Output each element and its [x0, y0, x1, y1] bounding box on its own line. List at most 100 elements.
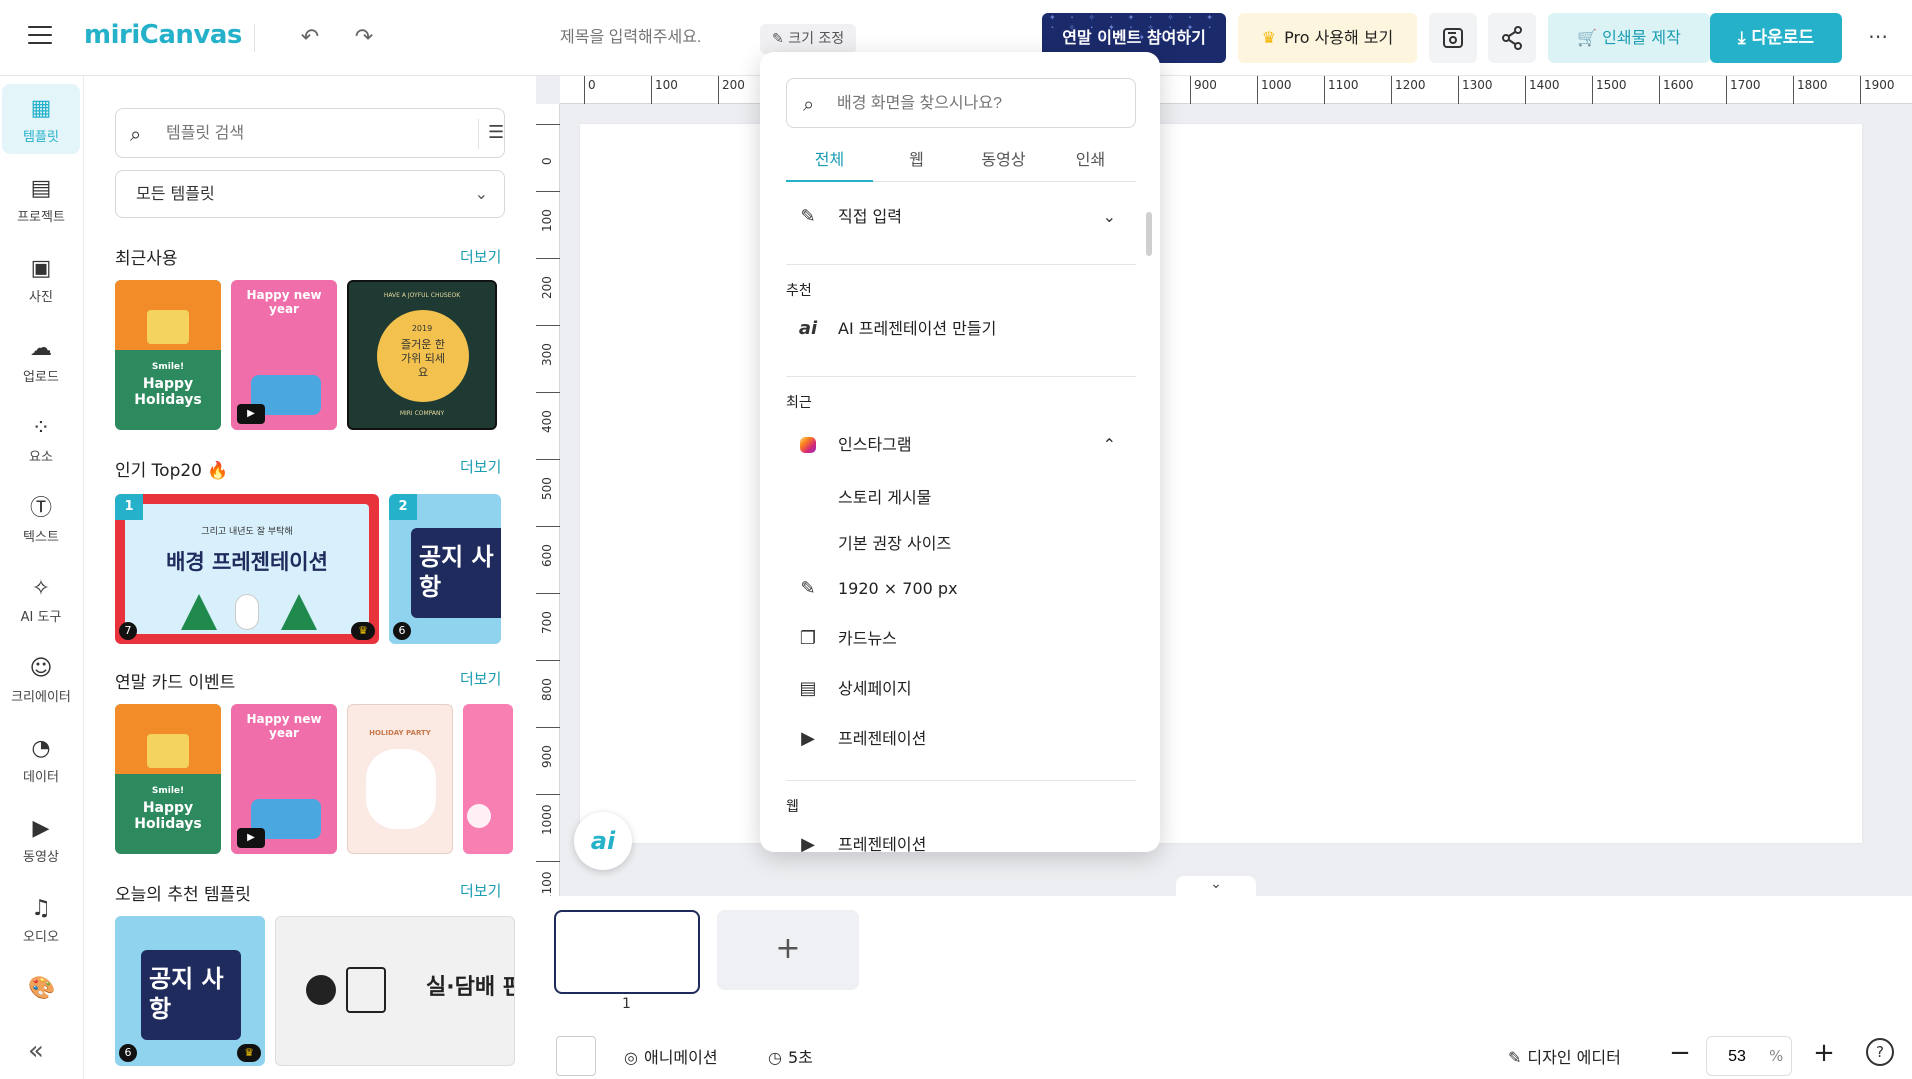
crown-icon: ♛ [351, 622, 375, 640]
page-thumbnail[interactable] [554, 910, 700, 994]
rail-item-upload[interactable]: ☁ 업로드 [2, 324, 80, 394]
ruler-tick: 1900 [1860, 76, 1895, 104]
animation-button[interactable]: ◎ 애니메이션 [624, 1044, 718, 1068]
ruler-tick: 1100 [536, 861, 560, 896]
zoom-out-button[interactable]: − [1666, 1038, 1694, 1068]
filter-icon[interactable]: ☰ [488, 122, 504, 143]
more-icon[interactable]: ⋯ [1862, 26, 1894, 50]
ai-icon: ai [798, 318, 818, 339]
template-category-select[interactable]: 모든 템플릿 ⌄ [115, 170, 505, 218]
template-thumb-holidays[interactable]: Smile! Happy Holidays [115, 280, 221, 430]
save-button[interactable] [1429, 13, 1477, 63]
menu-icon[interactable] [28, 26, 52, 46]
rail-item-ai-tools[interactable]: ✧ AI 도구 [2, 564, 80, 634]
rail-item-creator[interactable]: ☺ 크리에이터 [2, 644, 80, 714]
basic-size-item[interactable]: 기본 권장 사이즈 [838, 530, 951, 554]
canvas-area: 0 100 200 900 1000 1100 1200 1300 1400 1… [536, 76, 1912, 896]
chevron-down-icon[interactable]: ⌄ [1176, 876, 1256, 896]
tab-web[interactable]: 웹 [873, 140, 960, 182]
thumb-phone-graphic [346, 967, 386, 1013]
tab-all[interactable]: 전체 [786, 140, 873, 182]
template-search[interactable]: ⌕ ☰ [115, 108, 505, 158]
text-icon: Ⓣ [29, 496, 52, 521]
rail-item-video[interactable]: ▶ 동영상 [2, 804, 80, 874]
ruler-tick: 500 [536, 459, 560, 500]
rail-item-template[interactable]: ▦ 템플릿 [2, 84, 80, 154]
help-icon[interactable]: ? [1866, 1038, 1894, 1066]
dropdown-scrollbar[interactable] [1146, 212, 1152, 256]
download-button[interactable]: ⤓ 다운로드 [1710, 13, 1842, 63]
zoom-unit: % [1769, 1047, 1784, 1065]
ai-presentation-row[interactable]: ai AI 프레젠테이션 만들기 [796, 314, 1126, 344]
template-search-input[interactable] [166, 121, 426, 147]
tab-video[interactable]: 동영상 [960, 140, 1047, 182]
template-thumb-newyear[interactable]: Happy new year ▶ [231, 704, 337, 854]
ruler-tick-label: 900 [540, 745, 554, 768]
template-thumb-newyear[interactable]: Happy new year ▶ [231, 280, 337, 430]
design-editor-button[interactable]: ✎ 디자인 에디터 [1508, 1044, 1621, 1068]
ruler-tick: 1000 [1257, 76, 1292, 104]
presentation-row[interactable]: ▶ 프레젠테이션 [796, 724, 1126, 754]
title-input[interactable] [560, 24, 720, 52]
duration-button[interactable]: ◷ 5초 [768, 1044, 813, 1068]
template-thumb-pink[interactable] [463, 704, 513, 854]
add-page-button[interactable]: + [717, 910, 859, 990]
upload-icon: ☁ [30, 336, 52, 361]
redo-icon[interactable]: ↷ [352, 26, 376, 50]
ai-presentation-label: AI 프레젠테이션 만들기 [838, 319, 997, 338]
template-thumb-holidays[interactable]: Smile! Happy Holidays [115, 704, 221, 854]
web-heading: 웹 [786, 799, 799, 815]
template-thumb-holiday-party[interactable]: HOLIDAY PARTY [347, 704, 453, 854]
custom-size-row[interactable]: ✎ 직접 입력 ⌄ [796, 202, 1126, 232]
more-link[interactable]: 더보기 [460, 456, 501, 477]
thumb-subtitle: 그리고 내년도 잘 부탁해 [201, 527, 293, 537]
rail-item-elements[interactable]: ⁘ 요소 [2, 404, 80, 474]
tab-print[interactable]: 인쇄 [1047, 140, 1134, 182]
story-post-item[interactable]: 스토리 게시물 [838, 484, 931, 508]
resize-label: 크기 조정 [788, 31, 845, 47]
section-title-yearend: 연말 카드 이벤트 [115, 673, 236, 693]
more-link[interactable]: 더보기 [460, 668, 501, 689]
web-presentation-row[interactable]: ▶ 프레젠테이션 [796, 830, 1126, 852]
zoom-input[interactable] [1717, 1045, 1757, 1069]
resize-button[interactable]: ✎ 크기 조정 [760, 24, 857, 54]
pro-button[interactable]: ♛ Pro 사용해 보기 [1238, 13, 1417, 63]
print-order-button[interactable]: 🛒 인쇄물 제작 [1548, 13, 1710, 63]
fire-icon: 🔥 [207, 461, 229, 481]
pro-label: Pro 사용해 보기 [1284, 28, 1394, 47]
rail-item-data[interactable]: ◔ 데이터 [2, 724, 80, 794]
custom-size-1920-row[interactable]: ✎ 1920 × 700 px [796, 574, 1126, 604]
rail-item-audio[interactable]: ♫ 오디오 [2, 884, 80, 954]
size-search[interactable]: ⌕ [786, 78, 1136, 128]
cardnews-row[interactable]: ❐ 카드뉴스 [796, 624, 1126, 654]
thumb-title: Happy Holidays [134, 800, 202, 832]
share-button[interactable] [1488, 13, 1536, 63]
rail-item-palette[interactable]: 🎨 [2, 964, 80, 1014]
ruler-tick-label: 1100 [540, 871, 554, 896]
collapse-panel-icon[interactable]: « [28, 1036, 44, 1066]
zoom-in-button[interactable]: + [1810, 1038, 1838, 1068]
more-link[interactable]: 더보기 [460, 246, 501, 267]
ruler-tick: 100 [536, 191, 560, 232]
template-thumb-popular-2[interactable]: 공지 사항 2 6 [389, 494, 501, 644]
section-title-today: 오늘의 추천 템플릿 [115, 885, 251, 905]
rail-item-text[interactable]: Ⓣ 텍스트 [2, 484, 80, 554]
rank-badge: 1 [115, 494, 143, 520]
ai-assistant-button[interactable]: ai [574, 812, 632, 870]
template-thumb-chuseok[interactable]: HAVE A JOYFUL CHUSEOK 2019 즐거운 한가위 되세요 M… [347, 280, 497, 430]
template-thumb-today-2[interactable]: 실·담배 판 [275, 916, 515, 1066]
rail-item-project[interactable]: ▤ 프로젝트 [2, 164, 80, 234]
ruler-tick-label: 500 [540, 477, 554, 500]
rail-item-photo[interactable]: ▣ 사진 [2, 244, 80, 314]
detail-page-row[interactable]: ▤ 상세페이지 [796, 674, 1126, 704]
size-search-input[interactable] [837, 91, 1117, 117]
logo[interactable]: miriCanvas [84, 20, 242, 50]
template-thumb-today-1[interactable]: 공지 사항 6 ♛ [115, 916, 265, 1066]
rail-label: 업로드 [23, 370, 59, 385]
background-color-swatch[interactable] [556, 1036, 596, 1076]
instagram-row[interactable]: 인스타그램 ⌃ [796, 430, 1126, 460]
more-link[interactable]: 더보기 [460, 880, 501, 901]
rail-label: AI 도구 [20, 610, 62, 625]
template-thumb-popular-1[interactable]: 그리고 내년도 잘 부탁해 배경 프레젠테이션 1 7 ♛ [115, 494, 379, 644]
undo-icon[interactable]: ↶ [298, 26, 322, 50]
